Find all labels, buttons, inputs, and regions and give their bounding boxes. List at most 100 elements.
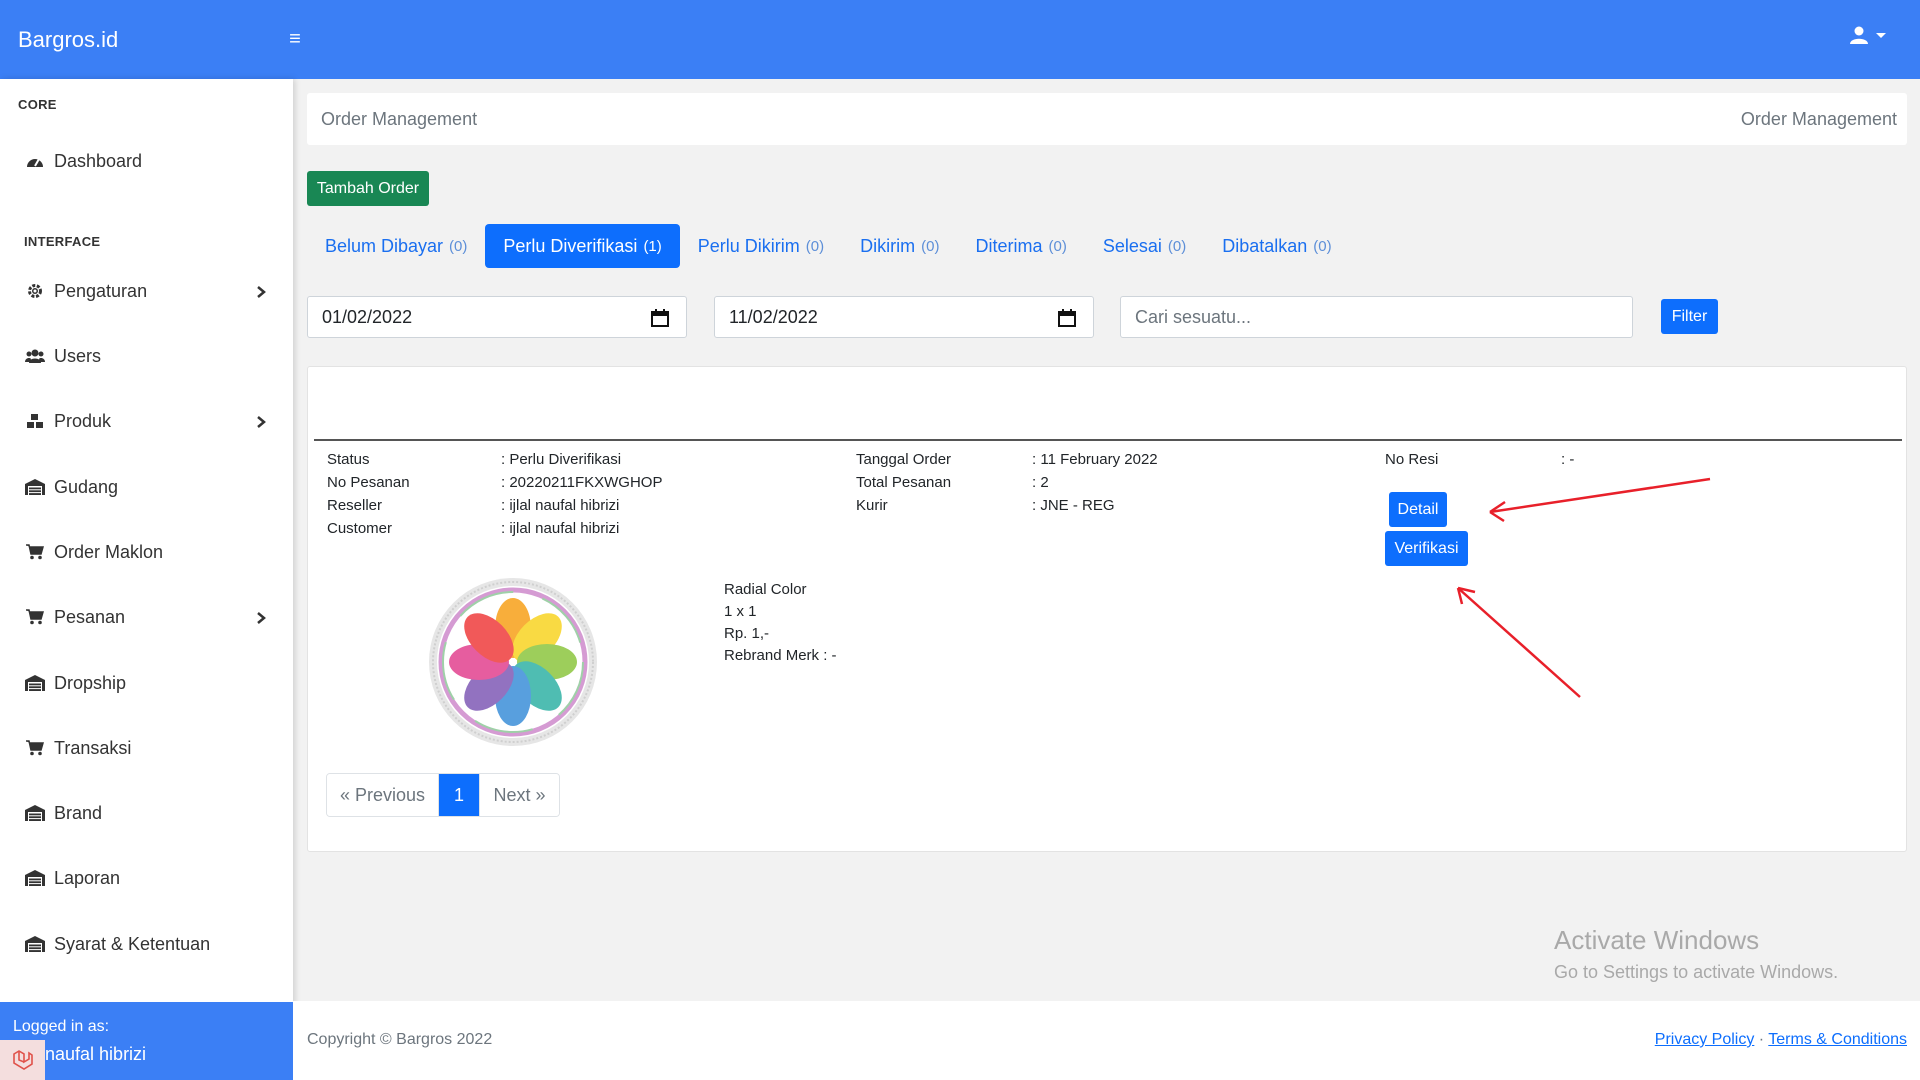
warehouse-icon xyxy=(24,674,46,692)
date-from-value: 01/02/2022 xyxy=(322,306,413,327)
sidebar-item-produk[interactable]: Produk xyxy=(24,401,272,441)
tab-count: (0) xyxy=(1313,237,1332,255)
page-header: Order Management Order Management xyxy=(307,93,1907,145)
calendar-icon[interactable] xyxy=(650,308,670,333)
watermark-subtitle: Go to Settings to activate Windows. xyxy=(1554,962,1839,982)
warehouse-icon xyxy=(24,478,46,496)
tab-diterima[interactable]: Diterima (0) xyxy=(957,224,1084,268)
add-order-button[interactable]: Tambah Order xyxy=(307,171,429,206)
chevron-right-icon xyxy=(256,609,266,630)
tab-count: (0) xyxy=(921,237,940,255)
sidebar-item-label: Syarat & Ketentuan xyxy=(54,933,211,954)
sidebar-item-users[interactable]: Users xyxy=(24,336,272,376)
tab-count: (0) xyxy=(449,237,468,255)
sidebar-item-laporan[interactable]: Laporan xyxy=(24,858,272,898)
sidebar-item-label: Order Maklon xyxy=(54,541,164,562)
gear-icon xyxy=(24,282,46,300)
no-resi-value: : - xyxy=(1561,451,1575,468)
search-input[interactable] xyxy=(1120,296,1633,338)
privacy-policy-link[interactable]: Privacy Policy xyxy=(1655,1031,1755,1048)
no-pesanan-label: No Pesanan xyxy=(327,474,410,491)
date-to-input[interactable]: 11/02/2022 xyxy=(714,296,1094,338)
copyright-text: Copyright © Bargros 2022 xyxy=(307,1031,493,1048)
sidebar-item-label: Pengaturan xyxy=(54,280,148,301)
sidebar-item-dropship[interactable]: Dropship xyxy=(24,663,272,703)
product-photo xyxy=(429,578,597,746)
tab-selesai[interactable]: Selesai (0) xyxy=(1085,224,1204,268)
users-icon xyxy=(24,347,46,365)
order-status-tabs: Belum Dibayar (0) Perlu Diverifikasi (1) P… xyxy=(307,224,1350,268)
breadcrumb[interactable]: Order Management xyxy=(1741,109,1897,130)
sidebar-item-label: Laporan xyxy=(54,867,121,888)
page-footer: Copyright © Bargros 2022 Privacy Policy … xyxy=(293,1001,1920,1080)
watermark-title: Activate Windows xyxy=(1554,925,1760,955)
cart-icon xyxy=(24,608,46,626)
pagination-next[interactable]: Next » xyxy=(479,774,559,816)
detail-button[interactable]: Detail xyxy=(1389,492,1447,527)
hamburger-icon[interactable]: ≡ xyxy=(280,28,310,51)
tab-perlu-diverifikasi[interactable]: Perlu Diverifikasi (1) xyxy=(485,224,680,268)
tanggal-order-label: Tanggal Order xyxy=(856,451,952,468)
tab-label: Perlu Diverifikasi xyxy=(503,235,638,256)
product-info: Radial Color 1 x 1 Rp. 1,- Rebrand Merk … xyxy=(724,579,837,667)
pagination-previous[interactable]: « Previous xyxy=(327,774,439,816)
order-card: Status : Perlu Diverifikasi No Pesanan :… xyxy=(307,366,1907,852)
sidebar-item-label: Transaksi xyxy=(54,737,132,758)
sidebar-item-brand[interactable]: Brand xyxy=(24,793,272,833)
status-label: Status xyxy=(327,451,370,468)
terms-link[interactable]: Terms & Conditions xyxy=(1768,1031,1907,1048)
sidebar-item-pesanan[interactable]: Pesanan xyxy=(24,597,272,637)
verify-button[interactable]: Verifikasi xyxy=(1385,531,1468,566)
no-pesanan-value: : 20220211FKXWGHOP xyxy=(501,474,663,491)
tab-label: Selesai xyxy=(1102,235,1162,256)
customer-label: Customer xyxy=(327,520,393,537)
tab-belum-dibayar[interactable]: Belum Dibayar (0) xyxy=(307,224,485,268)
tab-label: Belum Dibayar xyxy=(325,235,444,256)
date-from-input[interactable]: 01/02/2022 xyxy=(307,296,687,338)
kurir-value: : JNE - REG xyxy=(1032,497,1115,514)
cart-icon xyxy=(24,543,46,561)
sidebar-item-label: Users xyxy=(54,345,102,366)
product-qty: 1 x 1 xyxy=(724,603,757,620)
tab-label: Perlu Dikirim xyxy=(697,235,800,256)
tab-dikirim[interactable]: Dikirim (0) xyxy=(842,224,957,268)
pagination-page-1[interactable]: 1 xyxy=(439,774,479,816)
sidebar-item-label: Dropship xyxy=(54,672,127,693)
date-to-value: 11/02/2022 xyxy=(729,306,818,327)
sidebar-item-order-maklon[interactable]: Order Maklon xyxy=(24,532,272,572)
calendar-icon[interactable] xyxy=(1057,308,1077,333)
sidebar-item-transaksi[interactable]: Transaksi xyxy=(24,728,272,768)
sidebar-footer: Logged in as: naufal hibrizi xyxy=(0,1002,293,1080)
brand-logo[interactable]: Bargros.id xyxy=(18,27,280,53)
sidebar-heading-core: CORE xyxy=(18,97,57,112)
chevron-right-icon xyxy=(256,413,266,434)
sidebar-item-syarat-ketentuan[interactable]: Syarat & Ketentuan xyxy=(24,924,272,964)
sidebar-item-gudang[interactable]: Gudang xyxy=(24,467,272,507)
filter-button[interactable]: Filter xyxy=(1661,299,1718,334)
page-title: Order Management xyxy=(321,109,478,129)
tachometer-icon xyxy=(24,152,46,170)
tanggal-order-value: : 11 February 2022 xyxy=(1032,451,1158,468)
user-menu[interactable] xyxy=(1850,26,1888,44)
tab-perlu-dikirim[interactable]: Perlu Dikirim (0) xyxy=(680,224,842,268)
sidebar-item-dashboard[interactable]: Dashboard xyxy=(24,141,272,181)
total-pesanan-value: : 2 xyxy=(1032,474,1049,491)
tab-dibatalkan[interactable]: Dibatalkan (0) xyxy=(1204,224,1349,268)
tab-count: (0) xyxy=(1048,237,1067,255)
debugbar-icon[interactable] xyxy=(0,1040,45,1080)
tab-label: Dibatalkan xyxy=(1222,235,1308,256)
reseller-value: : ijlal naufal hibrizi xyxy=(501,497,620,514)
total-pesanan-label: Total Pesanan xyxy=(856,474,952,491)
sidebar-item-label: Brand xyxy=(54,802,103,823)
logged-in-user: naufal hibrizi xyxy=(45,1044,147,1064)
customer-value: : ijlal naufal hibrizi xyxy=(501,520,620,537)
windows-activation-watermark: Activate Windows Go to Settings to activ… xyxy=(1554,925,1838,983)
footer-links: Privacy Policy · Terms & Conditions xyxy=(1655,1031,1907,1049)
sidebar-item-label: Produk xyxy=(54,410,112,431)
cart-icon xyxy=(24,739,46,757)
tab-label: Dikirim xyxy=(860,235,916,256)
sidebar-item-pengaturan[interactable]: Pengaturan xyxy=(24,271,272,311)
logged-in-label: Logged in as: xyxy=(13,1018,110,1035)
tab-count: (0) xyxy=(805,237,825,255)
sidebar-item-label: Dashboard xyxy=(54,150,143,171)
